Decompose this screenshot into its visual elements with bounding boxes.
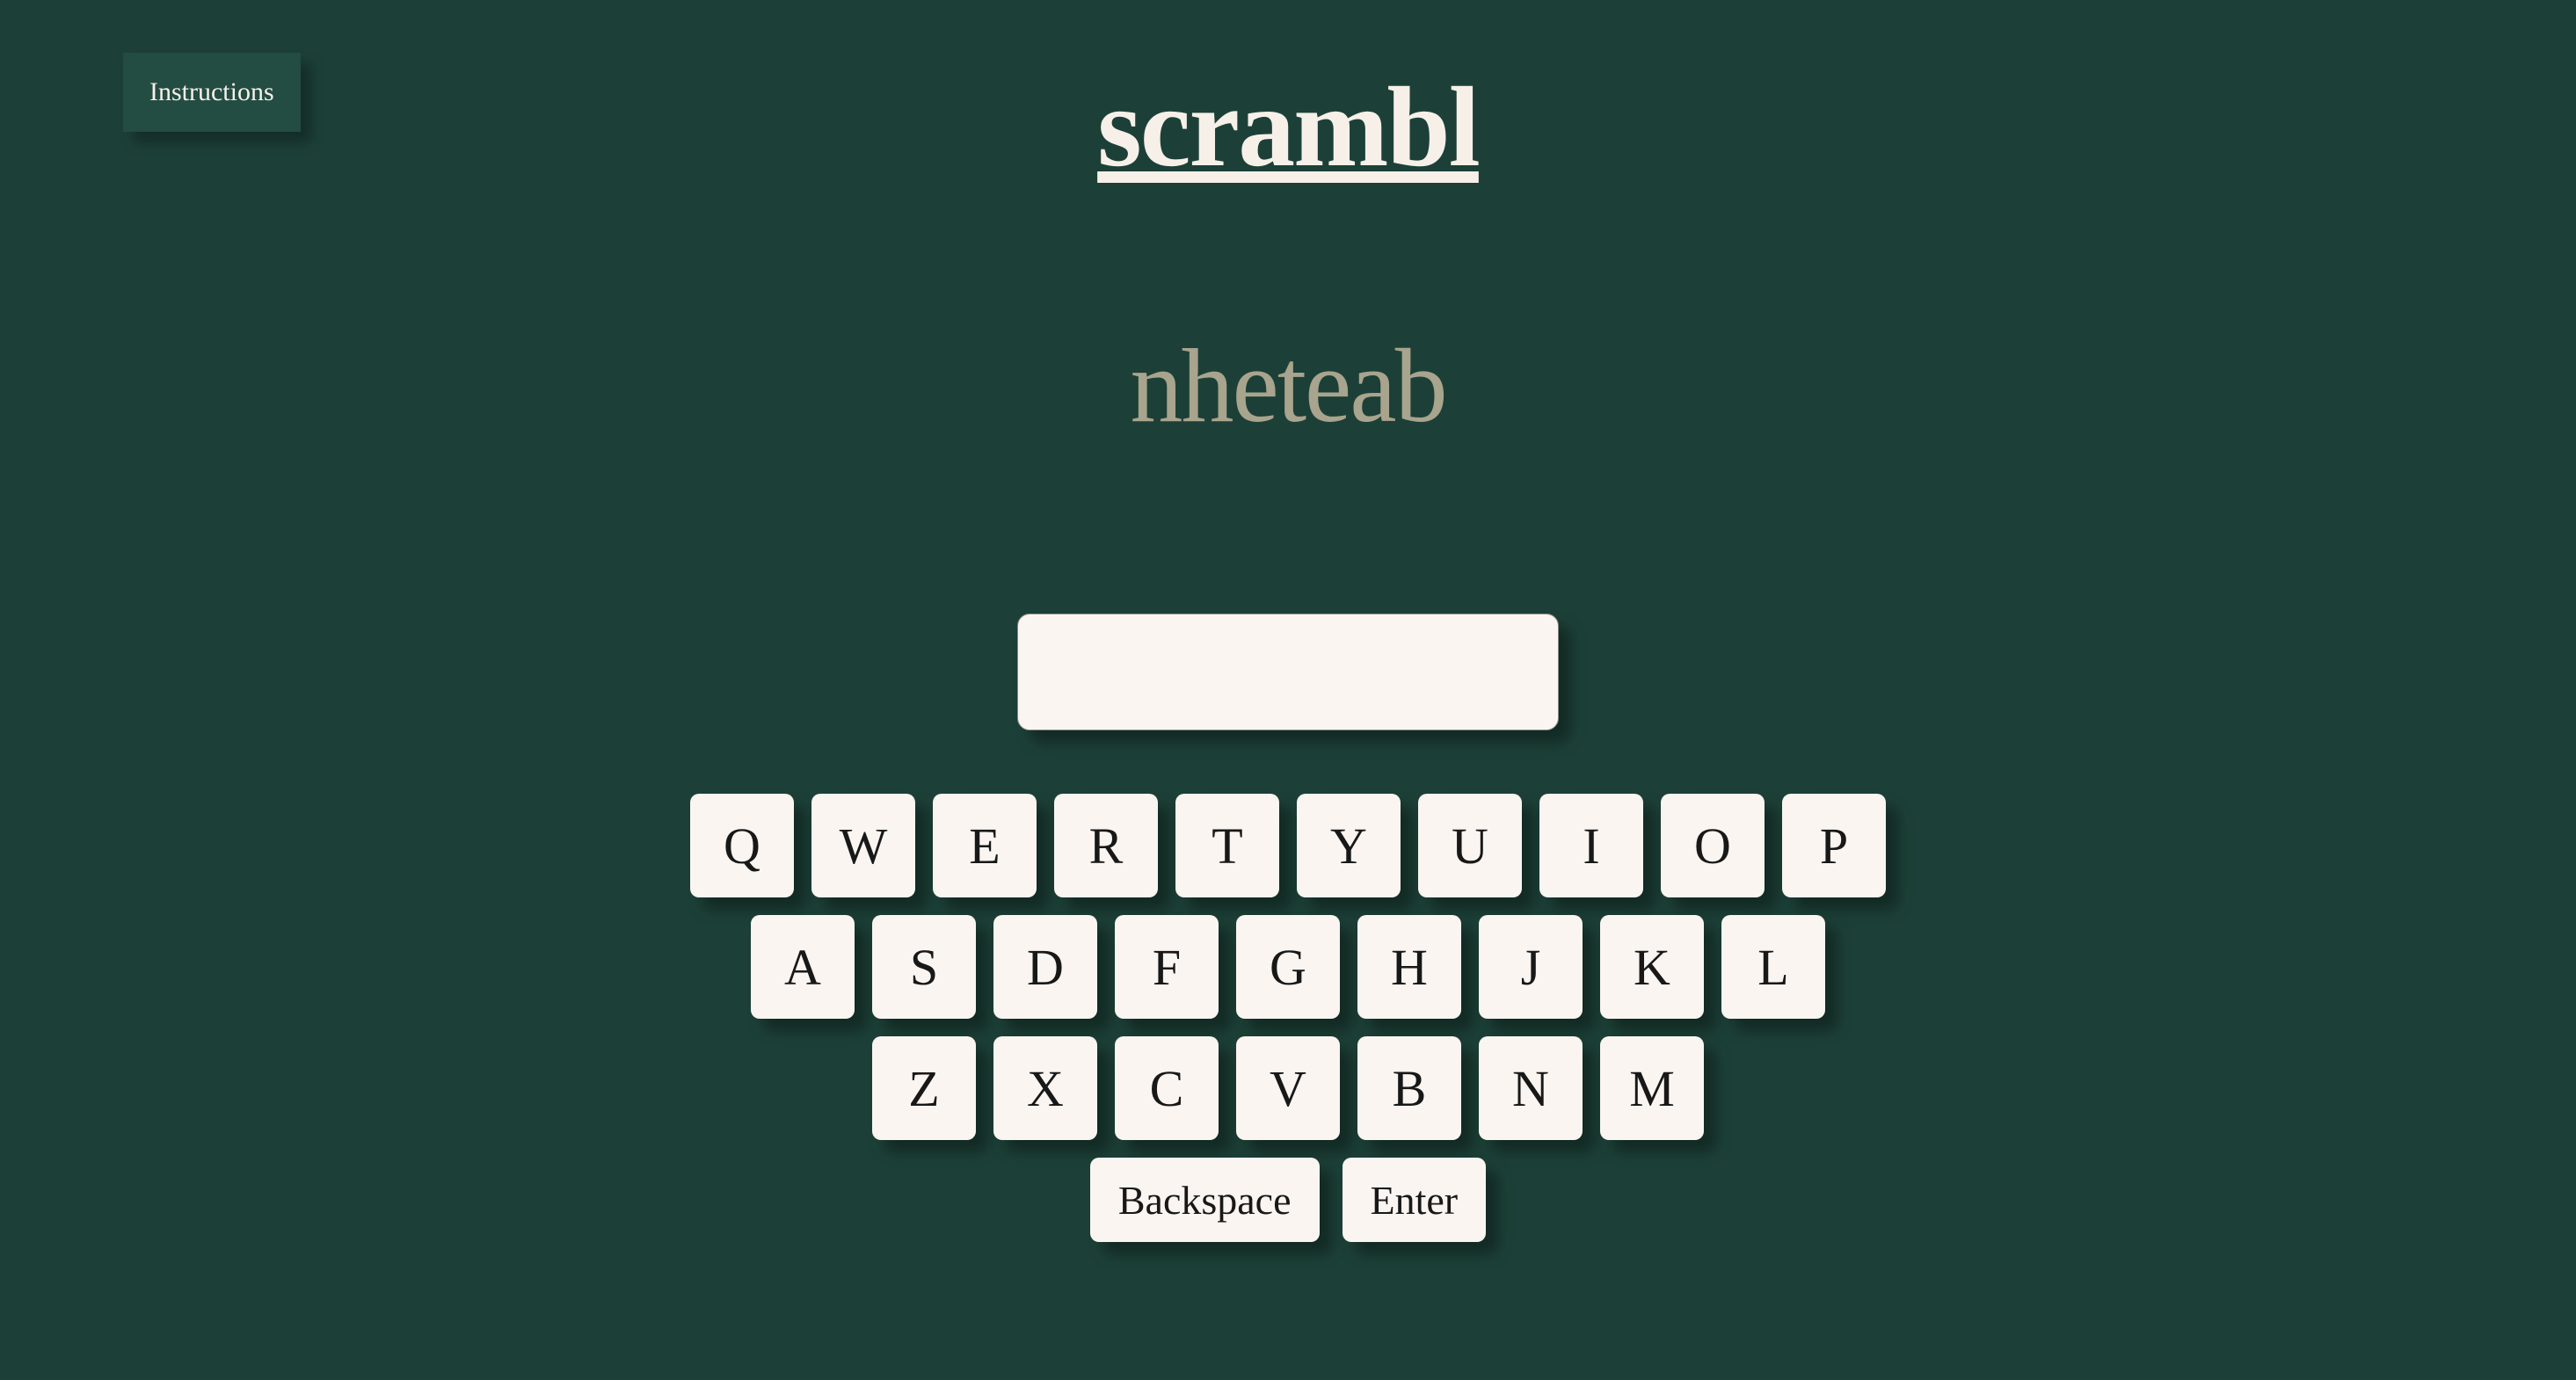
key-v[interactable]: V <box>1236 1036 1340 1140</box>
keyboard-row-1: Q W E R T Y U I O P <box>690 794 1886 897</box>
key-h[interactable]: H <box>1357 915 1461 1019</box>
key-y[interactable]: Y <box>1297 794 1401 897</box>
key-d[interactable]: D <box>993 915 1097 1019</box>
key-s[interactable]: S <box>872 915 976 1019</box>
key-enter[interactable]: Enter <box>1343 1158 1487 1242</box>
key-b[interactable]: B <box>1357 1036 1461 1140</box>
key-x[interactable]: X <box>993 1036 1097 1140</box>
key-u[interactable]: U <box>1418 794 1522 897</box>
key-g[interactable]: G <box>1236 915 1340 1019</box>
keyboard-row-3: Z X C V B N M <box>872 1036 1704 1140</box>
guess-input[interactable] <box>1017 614 1559 730</box>
key-backspace[interactable]: Backspace <box>1090 1158 1320 1242</box>
key-f[interactable]: F <box>1115 915 1219 1019</box>
game-title: scrambl <box>1097 62 1479 193</box>
keyboard-row-2: A S D F G H J K L <box>751 915 1825 1019</box>
scrambled-word: nheteab <box>1130 325 1445 447</box>
instructions-button[interactable]: Instructions <box>123 53 301 132</box>
key-k[interactable]: K <box>1600 915 1704 1019</box>
key-l[interactable]: L <box>1721 915 1825 1019</box>
key-i[interactable]: I <box>1539 794 1643 897</box>
key-m[interactable]: M <box>1600 1036 1704 1140</box>
key-n[interactable]: N <box>1479 1036 1583 1140</box>
onscreen-keyboard: Q W E R T Y U I O P A S D F G H J K L Z … <box>690 794 1886 1242</box>
key-c[interactable]: C <box>1115 1036 1219 1140</box>
key-p[interactable]: P <box>1782 794 1886 897</box>
key-w[interactable]: W <box>811 794 915 897</box>
key-t[interactable]: T <box>1175 794 1279 897</box>
key-e[interactable]: E <box>933 794 1037 897</box>
key-o[interactable]: O <box>1661 794 1765 897</box>
key-q[interactable]: Q <box>690 794 794 897</box>
key-a[interactable]: A <box>751 915 855 1019</box>
key-j[interactable]: J <box>1479 915 1583 1019</box>
key-z[interactable]: Z <box>872 1036 976 1140</box>
key-r[interactable]: R <box>1054 794 1158 897</box>
keyboard-row-4: Backspace Enter <box>1090 1158 1486 1242</box>
